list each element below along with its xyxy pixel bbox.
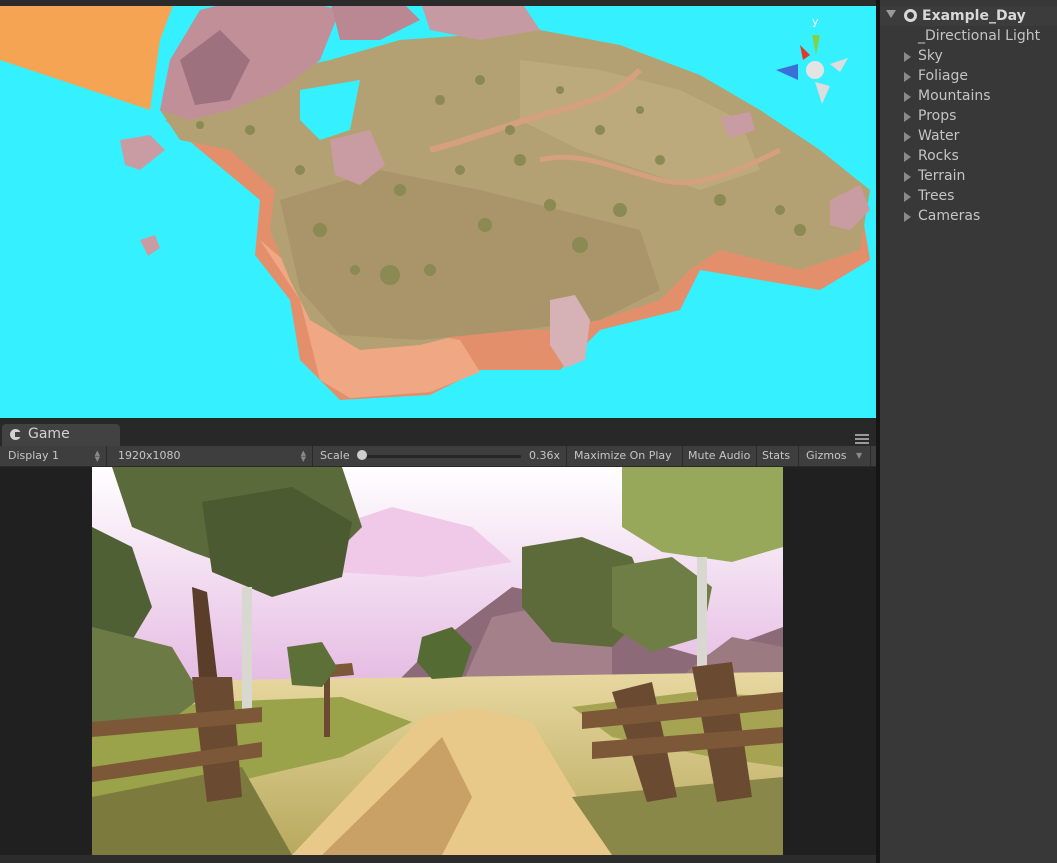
expand-triangle-icon[interactable] xyxy=(904,212,911,222)
mute-audio-label: Mute Audio xyxy=(688,449,751,462)
hierarchy-item-directional-light[interactable]: _Directional Light xyxy=(880,27,1057,47)
game-view-bottom-edge xyxy=(0,855,876,863)
dropdown-arrows-icon: ▲ ▼ xyxy=(300,449,306,463)
tab-menu-icon[interactable] xyxy=(855,434,869,444)
unity-scene-icon xyxy=(904,9,917,22)
scale-slider-thumb[interactable] xyxy=(357,450,367,460)
resolution-dropdown[interactable]: 1920x1080 ▲ ▼ xyxy=(110,446,313,466)
tab-game[interactable]: Game xyxy=(2,424,120,446)
dropdown-arrow-icon: ▼ xyxy=(856,451,863,460)
maximize-on-play-toggle[interactable]: Maximize On Play xyxy=(566,446,683,466)
game-toolbar: Display 1 ▲ ▼ 1920x1080 ▲ ▼ Scale 0.36x Ma… xyxy=(0,446,876,467)
hierarchy-item-mountains[interactable]: Mountains xyxy=(880,87,1057,107)
hierarchy-item-cameras[interactable]: Cameras xyxy=(880,207,1057,227)
stats-label: Stats xyxy=(762,449,791,462)
expand-arrow-icon[interactable] xyxy=(886,10,896,18)
scene-name: Example_Day xyxy=(922,8,1026,24)
display-dropdown[interactable]: Display 1 ▲ ▼ xyxy=(0,446,107,466)
gizmos-label: Gizmos xyxy=(806,449,847,462)
hierarchy-item-label: Mountains xyxy=(918,88,991,104)
hierarchy-item-foliage[interactable]: Foliage xyxy=(880,67,1057,87)
hierarchy-item-label: Terrain xyxy=(918,168,966,184)
resolution-dropdown-label: 1920x1080 xyxy=(118,449,181,462)
scene-view[interactable]: y xyxy=(0,0,876,418)
maximize-on-play-label: Maximize On Play xyxy=(574,449,672,462)
expand-triangle-icon[interactable] xyxy=(904,92,911,102)
scene-orientation-gizmo xyxy=(776,35,848,104)
scale-label: Scale xyxy=(320,449,350,462)
hierarchy-item-label: Props xyxy=(918,108,957,124)
scale-value: 0.36x xyxy=(528,449,560,462)
scene-root-row[interactable]: Example_Day xyxy=(880,6,1057,26)
expand-triangle-icon[interactable] xyxy=(904,112,911,122)
scale-slider-track[interactable] xyxy=(359,455,521,458)
expand-triangle-icon[interactable] xyxy=(904,172,911,182)
hierarchy-item-rocks[interactable]: Rocks xyxy=(880,147,1057,167)
hierarchy-item-label: _Directional Light xyxy=(918,28,1041,44)
expand-triangle-icon[interactable] xyxy=(904,152,911,162)
hierarchy-item-trees[interactable]: Trees xyxy=(880,187,1057,207)
hierarchy-panel: Example_Day _Directional Light Sky Folia… xyxy=(880,0,1057,863)
hierarchy-item-label: Trees xyxy=(918,188,955,204)
hierarchy-item-label: Water xyxy=(918,128,960,144)
scene-terrain-render xyxy=(0,0,870,400)
stats-toggle[interactable]: Stats xyxy=(756,446,799,466)
dropdown-arrows-icon: ▲ ▼ xyxy=(94,449,100,463)
hierarchy-item-sky[interactable]: Sky xyxy=(880,47,1057,67)
display-dropdown-label: Display 1 xyxy=(8,449,60,462)
hierarchy-item-label: Rocks xyxy=(918,148,959,164)
game-tab-bar: Game xyxy=(0,418,876,446)
hierarchy-item-label: Cameras xyxy=(918,208,981,224)
expand-triangle-icon[interactable] xyxy=(904,192,911,202)
tab-game-label: Game xyxy=(28,426,70,442)
game-scene-image xyxy=(92,467,783,855)
expand-triangle-icon[interactable] xyxy=(904,132,911,142)
hierarchy-item-water[interactable]: Water xyxy=(880,127,1057,147)
hierarchy-item-props[interactable]: Props xyxy=(880,107,1057,127)
hierarchy-item-label: Foliage xyxy=(918,68,968,84)
hierarchy-item-terrain[interactable]: Terrain xyxy=(880,167,1057,187)
hierarchy-item-label: Sky xyxy=(918,48,943,64)
mute-audio-toggle[interactable]: Mute Audio xyxy=(682,446,757,466)
game-render[interactable] xyxy=(92,467,783,855)
expand-triangle-icon[interactable] xyxy=(904,72,911,82)
game-controller-icon xyxy=(10,429,21,440)
scene-gizmo-y-label: y xyxy=(812,15,819,28)
scene-top-edge xyxy=(0,0,876,6)
gizmos-dropdown[interactable]: Gizmos ▼ xyxy=(798,446,871,466)
expand-triangle-icon[interactable] xyxy=(904,52,911,62)
